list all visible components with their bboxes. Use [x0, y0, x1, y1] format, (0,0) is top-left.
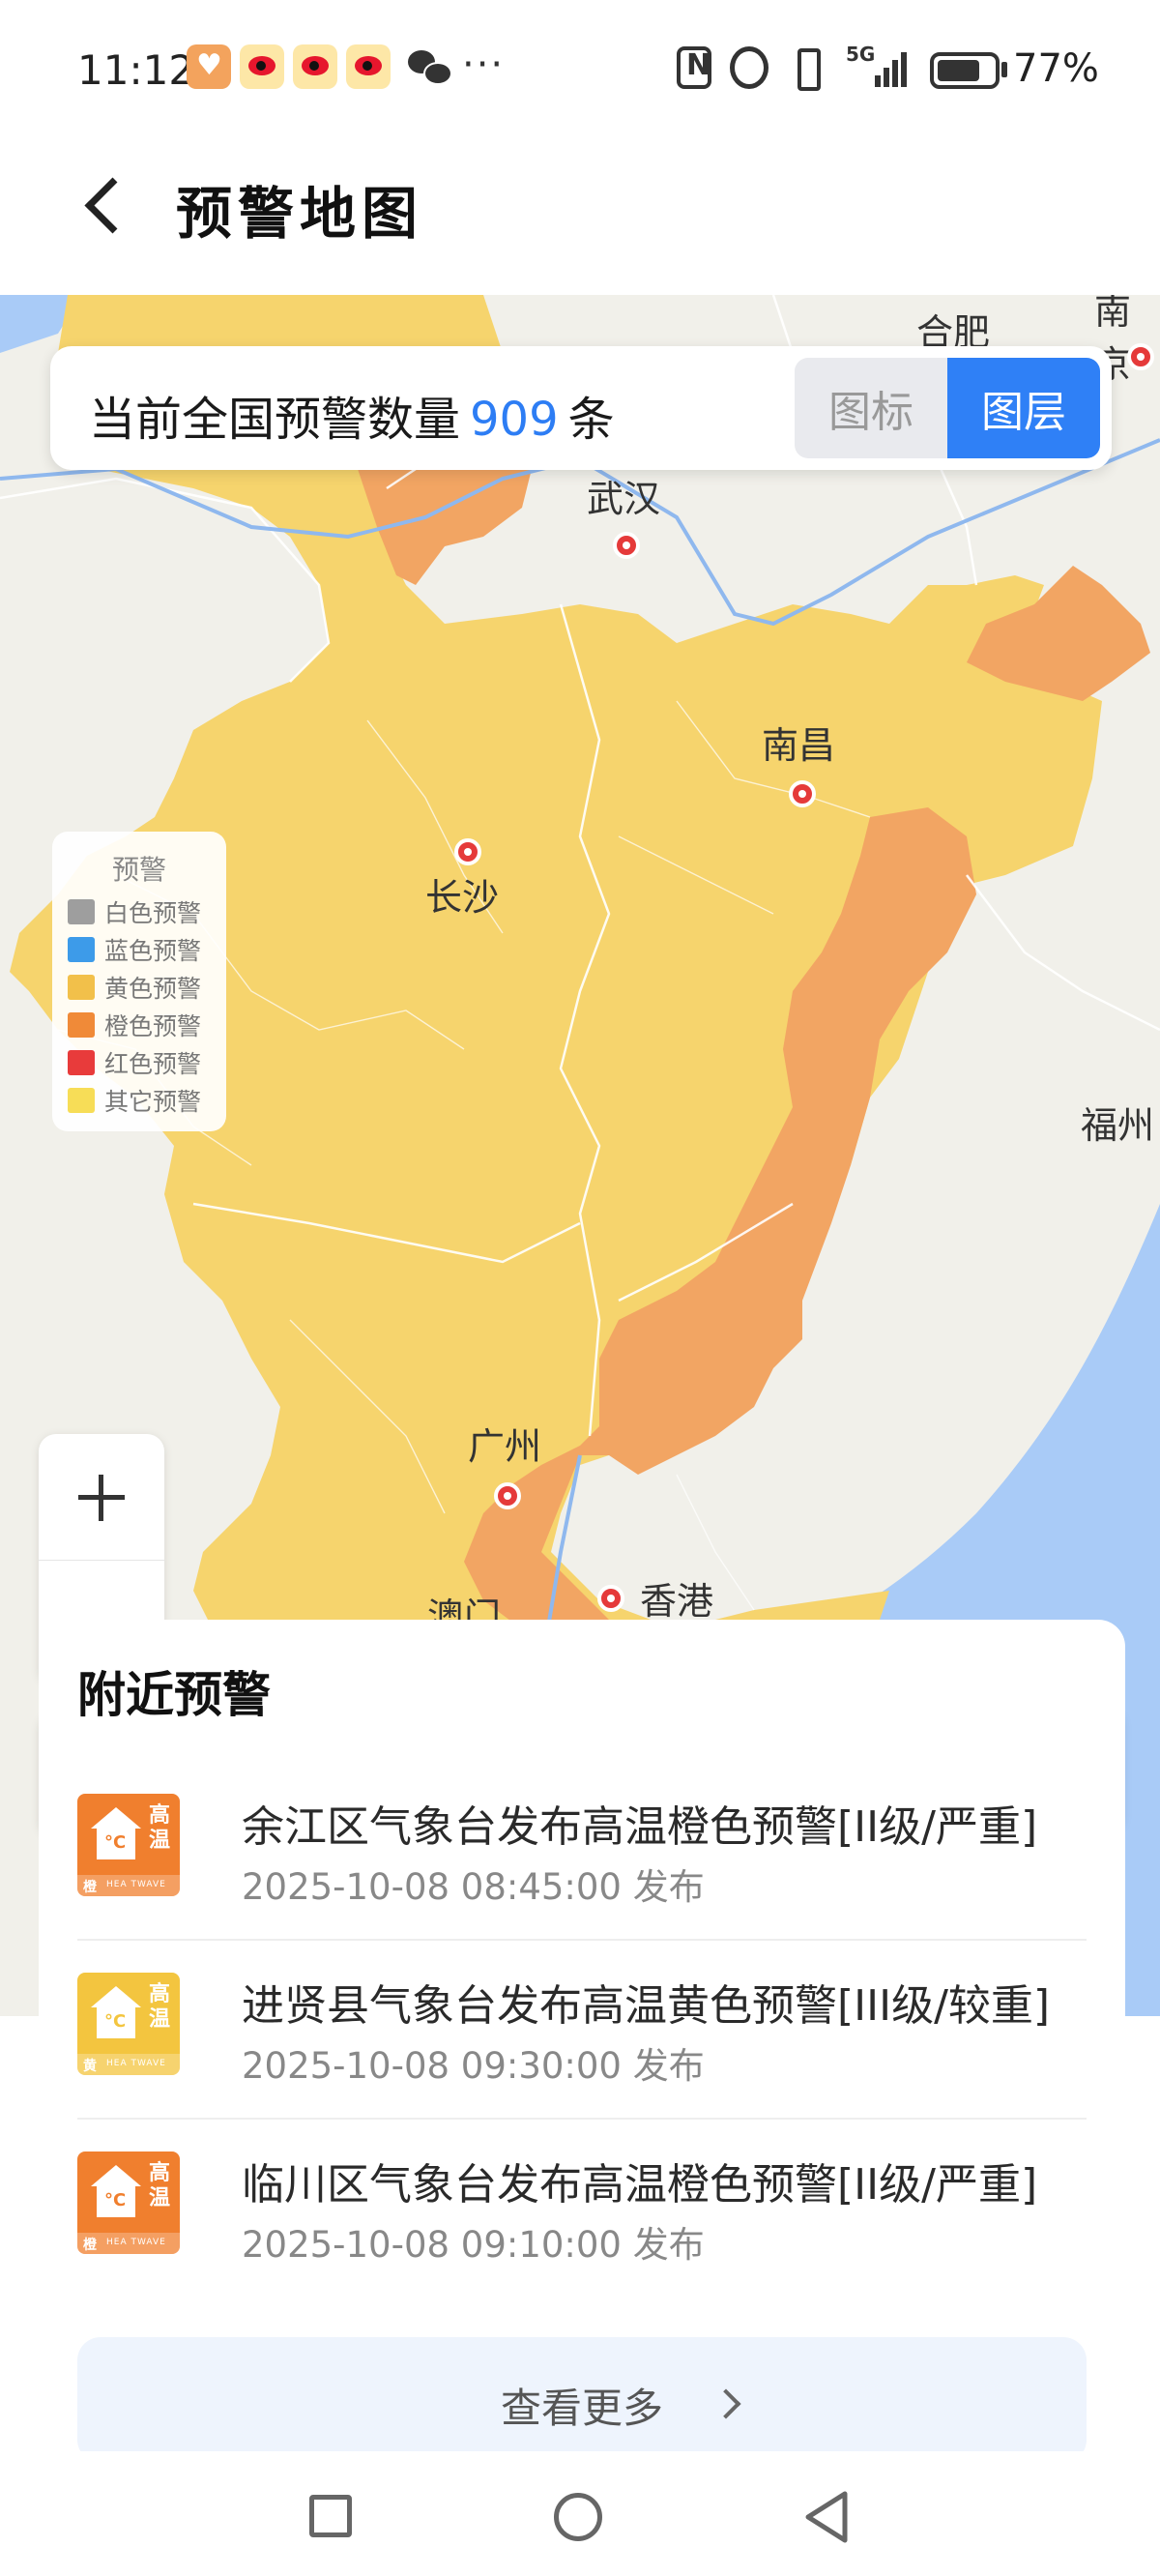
weibo-icon	[346, 44, 391, 89]
legend-swatch	[68, 975, 95, 1000]
city-marker-wuhan[interactable]	[613, 532, 640, 559]
battery-text: 77%	[1013, 46, 1099, 91]
city-marker-changsha[interactable]	[454, 838, 481, 865]
signal-icon: 5G	[846, 43, 910, 89]
icon-text: 高温	[149, 1982, 171, 2032]
toggle-layer-view[interactable]: 图层	[947, 358, 1100, 458]
legend-title: 预警	[111, 854, 166, 886]
page-title: 预警地图	[176, 181, 424, 247]
warning-count-text: 当前全国预警数量 909 条	[89, 381, 615, 449]
view-more-button[interactable]: 查看更多	[77, 2337, 1087, 2463]
warning-count-card: 当前全国预警数量 909 条 图标 图层	[50, 346, 1112, 470]
recent-apps-icon[interactable]	[309, 2495, 352, 2537]
legend-label: 白色预警	[104, 899, 202, 927]
heart-app-icon	[187, 44, 231, 89]
warning-time: 2025-10-08 08:45:00 发布	[242, 1866, 705, 1908]
icon-en: HEA TWAVE	[106, 2238, 166, 2247]
weibo-icon	[293, 44, 337, 89]
legend-swatch	[68, 937, 95, 962]
icon-level: 橙	[83, 2238, 97, 2253]
status-time: 11:12	[77, 46, 195, 94]
vibrate-icon	[788, 46, 826, 91]
city-label-changsha: 长沙	[425, 876, 500, 919]
icon-text: 高温	[149, 1803, 171, 1853]
app-header: 预警地图	[0, 145, 1160, 295]
home-icon[interactable]	[554, 2493, 602, 2541]
city-label-wuhan: 武汉	[587, 478, 661, 520]
icon-level: 黄	[83, 2059, 97, 2074]
icon-en: HEA TWAVE	[106, 2059, 166, 2068]
legend-label: 红色预警	[104, 1050, 202, 1078]
warning-title: 余江区气象台发布高温橙色预警[II级/严重]	[242, 1802, 1038, 1852]
nav-back-icon[interactable]	[802, 2490, 851, 2544]
city-label-fuzhou: 福州	[1081, 1104, 1155, 1147]
city-label-hongkong: 香港	[640, 1580, 714, 1623]
list-item[interactable]: °C 高温 黄 HEA TWAVE 进贤县气象台发布高温黄色预警[III级/较重]…	[77, 1944, 1087, 2118]
zoom-in-button[interactable]	[39, 1434, 164, 1560]
legend-swatch	[68, 1050, 95, 1075]
legend-item-red: 红色预警	[68, 1048, 202, 1078]
heatwave-warning-icon: °C 高温 黄 HEA TWAVE	[77, 1973, 180, 2075]
nearby-warnings-panel: 附近预警 °C 高温 橙 HEA TWAVE 余江区气象台发布高温橙色预警[II级…	[39, 1620, 1125, 2463]
wechat-icon	[406, 44, 452, 89]
warning-title: 临川区气象台发布高温橙色预警[II级/严重]	[242, 2160, 1038, 2210]
legend-swatch	[68, 899, 95, 924]
count-suffix: 条	[567, 393, 615, 447]
map-legend: 预警 白色预警 蓝色预警 黄色预警 橙色预警 红色预警 其它预警	[52, 832, 226, 1131]
legend-label: 橙色预警	[104, 1012, 202, 1040]
nfc-icon	[677, 46, 711, 89]
panel-title: 附近预警	[77, 1667, 271, 1723]
list-item[interactable]: °C 高温 橙 HEA TWAVE 临川区气象台发布高温橙色预警[II级/严重] …	[77, 2122, 1087, 2297]
legend-item-orange: 橙色预警	[68, 1010, 202, 1040]
icon-level: 橙	[83, 1880, 97, 1895]
heatwave-warning-icon: °C 高温 橙 HEA TWAVE	[77, 2152, 180, 2254]
count-prefix: 当前全国预警数量	[89, 393, 461, 447]
battery-icon	[930, 52, 1000, 89]
toggle-icon-view[interactable]: 图标	[795, 358, 947, 458]
city-marker-guangzhou[interactable]	[494, 1482, 521, 1509]
city-marker-nanjing[interactable]	[1127, 343, 1154, 370]
city-label-guangzhou: 广州	[468, 1425, 542, 1468]
legend-label: 蓝色预警	[104, 937, 202, 965]
back-icon[interactable]	[84, 177, 141, 234]
city-marker-nanchang[interactable]	[789, 780, 816, 807]
warning-time: 2025-10-08 09:10:00 发布	[242, 2224, 705, 2266]
legend-label: 其它预警	[104, 1088, 202, 1116]
legend-item-blue: 蓝色预警	[68, 935, 202, 965]
list-item[interactable]: °C 高温 橙 HEA TWAVE 余江区气象台发布高温橙色预警[II级/严重] …	[77, 1765, 1087, 1939]
warning-time: 2025-10-08 09:30:00 发布	[242, 2045, 705, 2087]
legend-swatch	[68, 1012, 95, 1038]
city-label-nanchang: 南昌	[762, 724, 836, 767]
heatwave-warning-icon: °C 高温 橙 HEA TWAVE	[77, 1794, 180, 1896]
alarm-icon	[730, 46, 768, 89]
warning-title: 进贤县气象台发布高温黄色预警[III级/较重]	[242, 1981, 1051, 2031]
legend-item-yellow: 黄色预警	[68, 973, 202, 1003]
legend-label: 黄色预警	[104, 975, 202, 1003]
view-more-label: 查看更多	[500, 2385, 663, 2432]
weibo-icon	[240, 44, 284, 89]
icon-en: HEA TWAVE	[106, 1880, 166, 1889]
status-bar: 11:12 ··· 5G 77%	[0, 0, 1160, 145]
network-type: 5G	[846, 43, 876, 66]
legend-item-other: 其它预警	[68, 1086, 202, 1116]
system-nav-bar	[0, 2451, 1160, 2576]
icon-text: 高温	[149, 2161, 171, 2210]
legend-item-white: 白色预警	[68, 897, 202, 927]
city-marker-hongkong[interactable]	[597, 1585, 624, 1612]
warning-count-value: 909	[470, 393, 559, 447]
legend-swatch	[68, 1088, 95, 1113]
more-notifications-icon: ···	[462, 43, 506, 87]
